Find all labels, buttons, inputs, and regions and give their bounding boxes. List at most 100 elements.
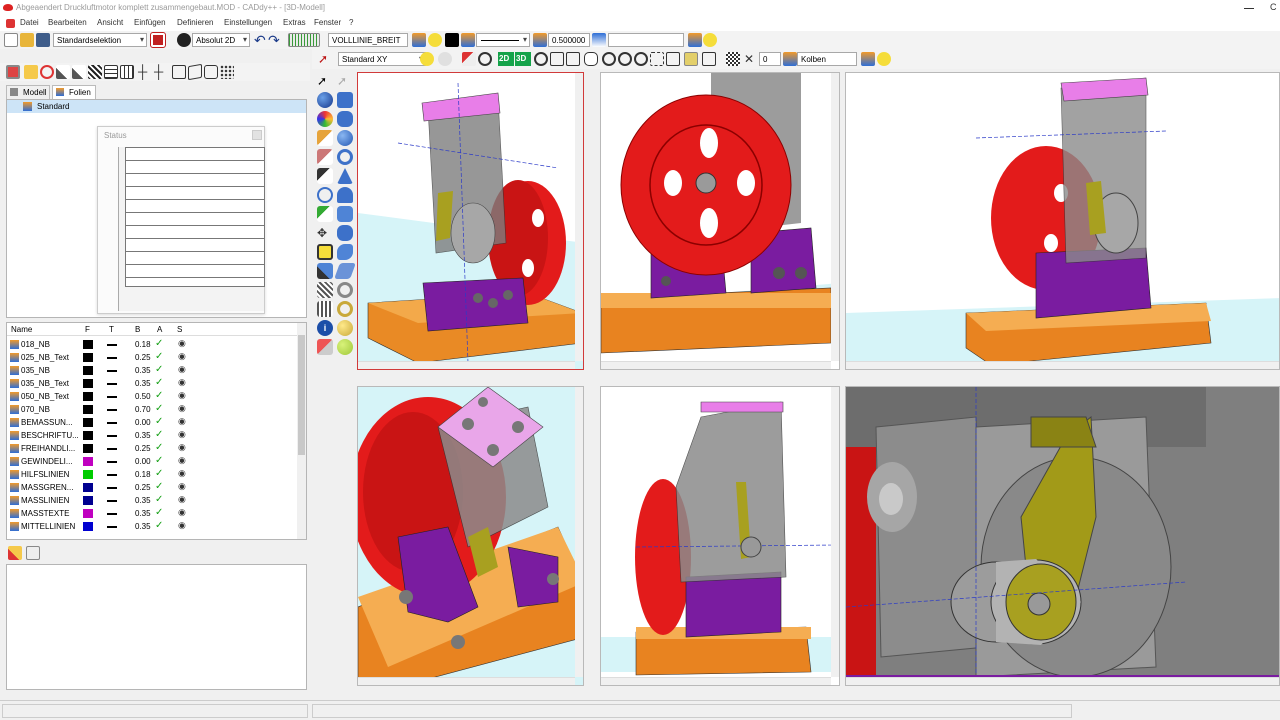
layer-row[interactable]: BESCHRIFTU... 0.35 ✓ ◉ <box>7 429 297 442</box>
layer-stack-icon-3[interactable] <box>533 33 547 47</box>
undo-icon[interactable]: ↶ <box>254 32 266 49</box>
extra-field[interactable] <box>608 33 684 47</box>
layer-stack-icon-2[interactable] <box>461 33 475 47</box>
menu-einfuegen[interactable]: Einfügen <box>134 18 166 27</box>
color-swatch[interactable] <box>445 33 459 47</box>
vp6-hscroll[interactable] <box>846 677 1279 685</box>
layer-color-swatch[interactable] <box>83 366 93 375</box>
linetype-field[interactable]: VOLLLINIE_BREIT <box>328 33 408 47</box>
tools-icon[interactable] <box>8 546 22 560</box>
frame-tool-icon[interactable] <box>317 244 333 260</box>
layer-width[interactable]: 0.35 <box>135 496 151 505</box>
pointer-icon[interactable]: ➚ <box>318 52 332 66</box>
torus-icon[interactable] <box>337 149 353 165</box>
layer-stack-icon-6[interactable] <box>783 52 797 66</box>
pattern-icon[interactable] <box>88 65 102 79</box>
layer-linetype[interactable] <box>107 435 117 437</box>
zoom-out-icon[interactable] <box>618 52 632 66</box>
eye-icon[interactable]: ◉ <box>178 442 186 453</box>
layer-width[interactable]: 0.00 <box>135 418 151 427</box>
viewport-4[interactable] <box>357 386 584 686</box>
bulb-icon-3[interactable] <box>877 52 891 66</box>
layer-row[interactable]: 018_NB 0.18 ✓ ◉ <box>7 338 297 351</box>
check-icon[interactable]: ✓ <box>155 390 163 401</box>
layer-linetype[interactable] <box>107 396 117 398</box>
sphere-blue-icon[interactable] <box>337 130 353 146</box>
selection-dropdown[interactable]: Standardselektion <box>53 33 147 47</box>
vp2-hscroll[interactable] <box>601 361 831 369</box>
vp5-hscroll[interactable] <box>601 677 831 685</box>
layer-tool-icon[interactable] <box>6 65 20 79</box>
viewport-2[interactable] <box>600 72 840 370</box>
check-icon[interactable]: ✓ <box>155 403 163 414</box>
layer-color-swatch[interactable] <box>83 340 93 349</box>
vp1-vscroll[interactable] <box>575 73 583 361</box>
layer-color-swatch[interactable] <box>83 457 93 466</box>
status-close-icon[interactable] <box>252 130 262 140</box>
hatch-icon-2[interactable] <box>317 301 333 317</box>
arrow-gray-icon[interactable]: ➚ <box>337 73 353 89</box>
pencil-icon[interactable] <box>317 130 333 146</box>
menu-einstellungen[interactable]: Einstellungen <box>224 18 272 27</box>
layer-color-swatch[interactable] <box>83 392 93 401</box>
layer-color-swatch[interactable] <box>83 405 93 414</box>
rotate-tool-icon[interactable] <box>317 187 333 203</box>
menu-help[interactable]: ? <box>349 18 353 27</box>
layer-linetype[interactable] <box>107 526 117 528</box>
check-icon[interactable]: ✓ <box>155 377 163 388</box>
check-icon[interactable]: ✓ <box>155 468 163 479</box>
layer-stack-icon[interactable] <box>412 33 426 47</box>
zoom-in-icon[interactable] <box>602 52 616 66</box>
eye-icon[interactable]: ◉ <box>178 403 186 414</box>
col-t[interactable]: T <box>109 325 114 334</box>
vp3-hscroll[interactable] <box>846 361 1279 369</box>
layer-width[interactable]: 0.25 <box>135 483 151 492</box>
pan-hand-icon[interactable] <box>584 52 598 66</box>
new-file-icon[interactable] <box>4 33 18 47</box>
viewport-6[interactable] <box>845 386 1280 686</box>
bulb-icon[interactable] <box>428 33 442 47</box>
btn-3d[interactable]: 3D <box>515 52 531 66</box>
layer-row[interactable]: GEWINDELI... 0.00 ✓ ◉ <box>7 455 297 468</box>
menu-fenster[interactable]: Fenster <box>314 18 341 27</box>
menu-bearbeiten[interactable]: Bearbeiten <box>48 18 87 27</box>
layer-linetype[interactable] <box>107 409 117 411</box>
eye-icon[interactable]: ◉ <box>178 455 186 466</box>
layer-width[interactable]: 0.18 <box>135 470 151 479</box>
layer-row[interactable]: MASSTEXTE 0.35 ✓ ◉ <box>7 507 297 520</box>
redo-icon[interactable]: ↷ <box>268 32 280 49</box>
layer-linetype[interactable] <box>107 448 117 450</box>
ball-gold-icon[interactable] <box>337 320 353 336</box>
pencil-red-icon[interactable] <box>462 52 476 66</box>
blob-icon-2[interactable] <box>337 244 353 260</box>
layer-width[interactable]: 0.18 <box>135 340 151 349</box>
layer-color-swatch[interactable] <box>83 418 93 427</box>
grid-icon[interactable] <box>288 33 320 47</box>
sphere-icon[interactable] <box>317 92 333 108</box>
save-icon[interactable] <box>36 33 50 47</box>
layer-row[interactable]: HILFSLINIEN 0.18 ✓ ◉ <box>7 468 297 481</box>
check-icon[interactable]: ✓ <box>155 494 163 505</box>
check-icon[interactable]: ✓ <box>155 455 163 466</box>
col-b[interactable]: B <box>135 325 140 334</box>
move-icon[interactable]: ✥ <box>317 225 333 241</box>
layer-new-icon[interactable] <box>24 65 38 79</box>
line-style-dropdown[interactable] <box>476 33 530 47</box>
layer-width[interactable]: 0.35 <box>135 366 151 375</box>
eye-icon[interactable]: ◉ <box>178 416 186 427</box>
zoom-all-icon[interactable] <box>650 52 664 66</box>
check-icon[interactable]: ✓ <box>155 416 163 427</box>
minimize-icon[interactable] <box>1244 8 1254 9</box>
ring-icon[interactable] <box>337 282 353 298</box>
layer-color-swatch[interactable] <box>83 483 93 492</box>
layer-linetype[interactable] <box>107 500 117 502</box>
view-front-icon[interactable] <box>550 52 564 66</box>
eye-icon[interactable]: ◉ <box>178 481 186 492</box>
box-icon[interactable] <box>172 65 186 79</box>
layer-width[interactable]: 0.35 <box>135 431 151 440</box>
layer-linetype[interactable] <box>107 487 117 489</box>
layer-color-swatch[interactable] <box>83 470 93 479</box>
eye-icon[interactable]: ◉ <box>178 351 186 362</box>
layer-linetype[interactable] <box>107 383 117 385</box>
check-icon[interactable]: ✓ <box>155 364 163 375</box>
